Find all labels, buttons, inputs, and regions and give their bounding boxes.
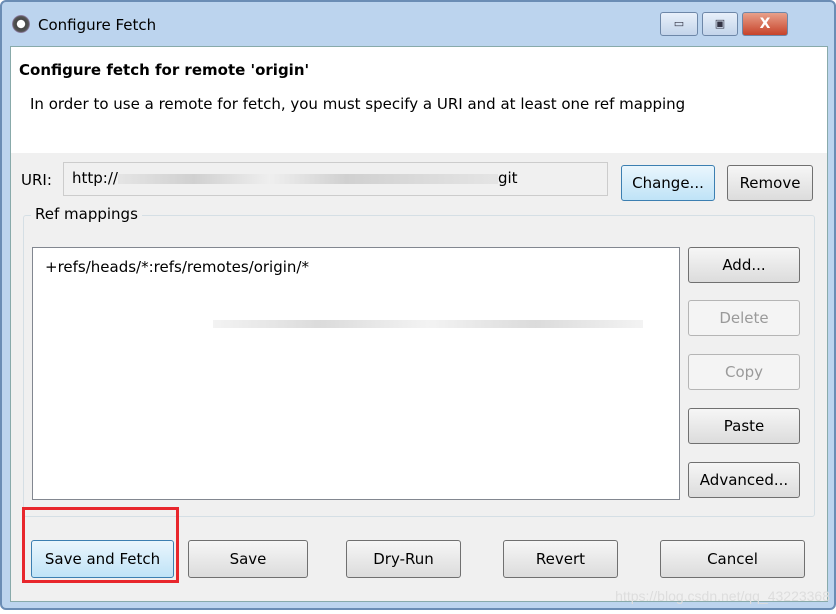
window-title: Configure Fetch (38, 16, 157, 34)
uri-suffix: git (497, 169, 518, 187)
uri-field[interactable]: http:// git (63, 162, 608, 196)
uri-prefix: http:// (72, 169, 118, 187)
revert-button[interactable]: Revert (503, 540, 618, 578)
delete-button[interactable]: Delete (688, 300, 800, 336)
maximize-button[interactable]: ▣ (702, 12, 738, 36)
uri-label: URI: (21, 171, 52, 189)
dialog-header: Configure fetch for remote 'origin' In o… (11, 47, 827, 153)
close-button[interactable]: X (742, 12, 788, 36)
title-bar[interactable]: Configure Fetch ▭ ▣ X (2, 2, 834, 46)
watermark: https://blog.csdn.net/qq_43223368 (615, 588, 830, 604)
add-button[interactable]: Add... (688, 247, 800, 283)
eclipse-app-icon (12, 15, 30, 33)
paste-button[interactable]: Paste (688, 408, 800, 444)
ref-mappings-list[interactable]: +refs/heads/*:refs/remotes/origin/* (32, 247, 680, 500)
header-description: In order to use a remote for fetch, you … (30, 95, 686, 113)
header-title: Configure fetch for remote 'origin' (19, 61, 310, 79)
ref-mappings-label: Ref mappings (31, 205, 142, 223)
redacted-text (213, 320, 643, 328)
dry-run-button[interactable]: Dry-Run (346, 540, 461, 578)
list-item[interactable]: +refs/heads/*:refs/remotes/origin/* (45, 258, 309, 276)
cancel-button[interactable]: Cancel (660, 540, 805, 578)
advanced-button[interactable]: Advanced... (688, 462, 800, 498)
remove-button[interactable]: Remove (727, 165, 813, 201)
highlight-box (22, 507, 179, 583)
minimize-button[interactable]: ▭ (660, 12, 698, 36)
copy-button[interactable]: Copy (688, 354, 800, 390)
redacted-text (117, 173, 498, 184)
save-button[interactable]: Save (188, 540, 308, 578)
change-button[interactable]: Change... (621, 165, 715, 201)
